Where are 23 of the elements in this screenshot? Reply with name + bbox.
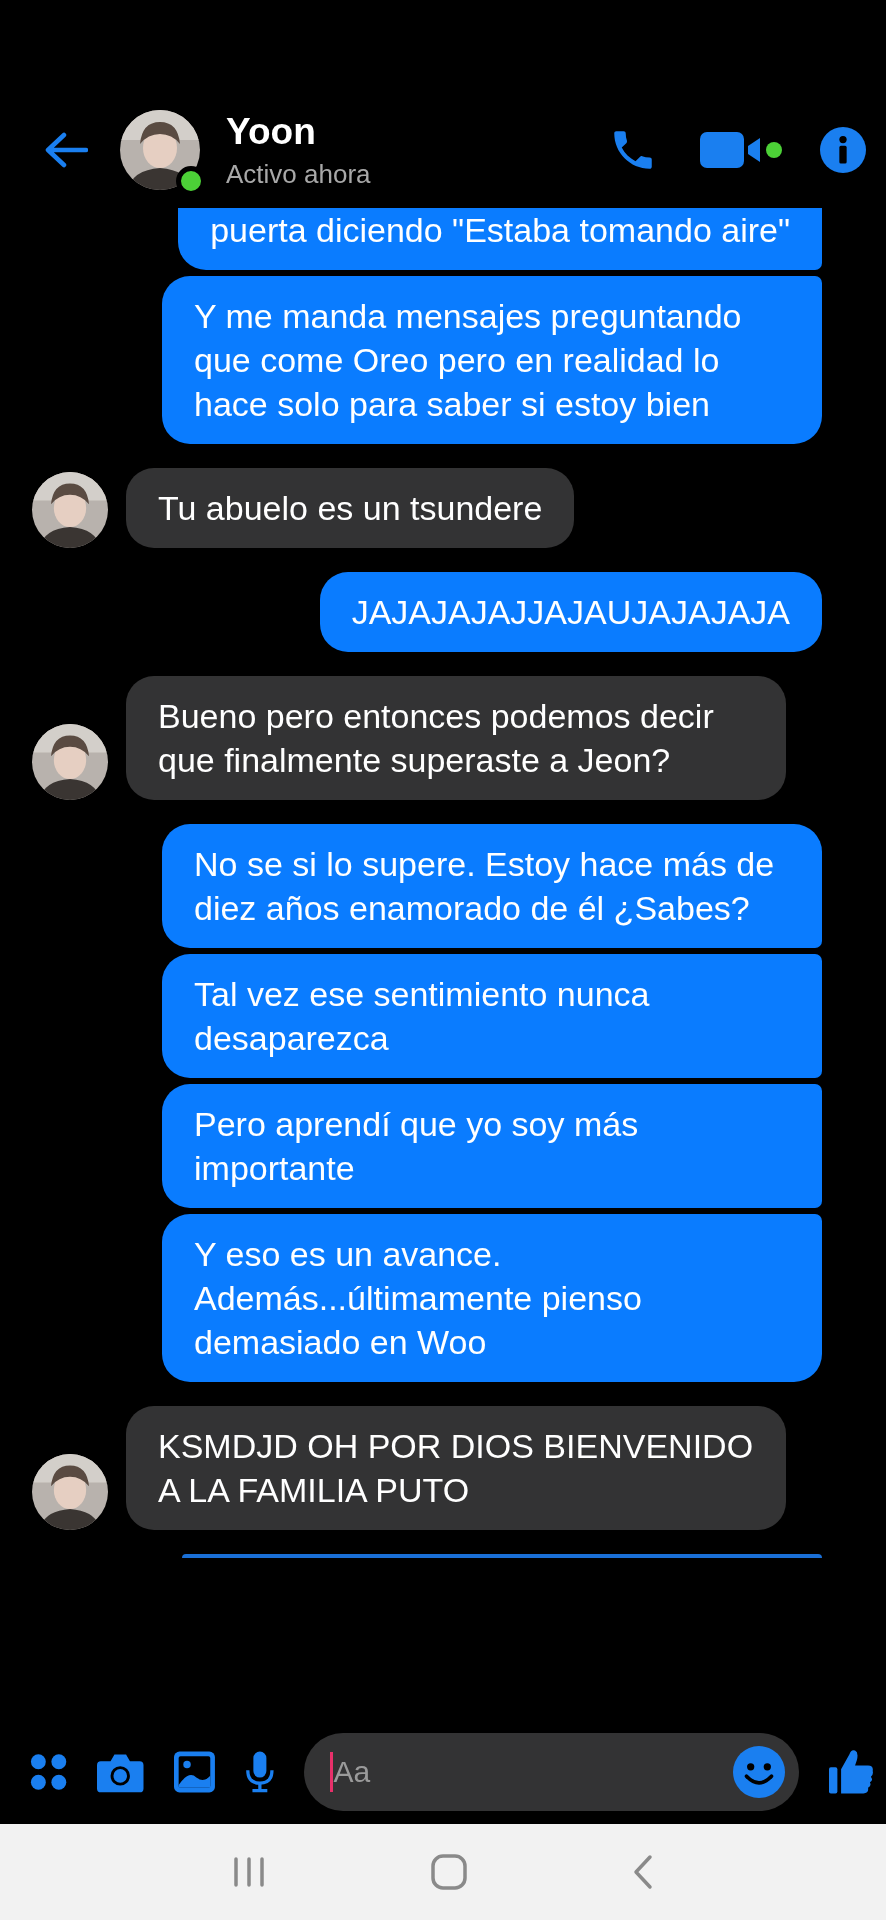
message-bubble: Tal vez ese sentimiento nunca desaparezca bbox=[162, 954, 822, 1078]
message-bubble: KSMDJD OH POR DIOS BIENVENIDO A LA FAMILIA PUTO bbox=[126, 1406, 786, 1530]
image-icon[interactable] bbox=[173, 1750, 215, 1794]
message-bubble: JAJAJAJAJJAJAUJAJAJAJA bbox=[319, 572, 822, 652]
message-bubble: Pero aprendí que yo soy más importante bbox=[162, 1084, 822, 1208]
message-input-field[interactable]: Aa bbox=[304, 1733, 800, 1811]
emoji-icon[interactable] bbox=[733, 1746, 786, 1798]
apps-icon[interactable] bbox=[30, 1752, 68, 1792]
status-text: Activo ahora bbox=[226, 158, 372, 190]
message-bubble: Tu abuelo es un tsundere bbox=[126, 468, 575, 548]
message-bubble: puerta diciendo "Estaba tomando aire" bbox=[178, 208, 822, 270]
info-icon[interactable] bbox=[820, 127, 866, 173]
home-icon[interactable] bbox=[431, 1854, 467, 1890]
message-bubble: Y eso es un avance. Además...últimamente pienso demasiado en Woo bbox=[162, 1214, 822, 1382]
message-bubble: No se si lo supere. Estoy hace más de diez años enamorado de él ¿Sabes? bbox=[162, 824, 822, 948]
message-bubble: Y me manda mensajes preguntando que come Oreo pero en realidad lo hace solo para saber si estoy bien bbox=[162, 276, 822, 444]
contact-name: Yoon bbox=[226, 110, 317, 153]
recent-apps-icon[interactable] bbox=[232, 1857, 267, 1887]
back-arrow-icon[interactable] bbox=[44, 132, 88, 168]
microphone-icon[interactable] bbox=[244, 1750, 275, 1794]
back-icon[interactable] bbox=[631, 1854, 654, 1890]
text-cursor bbox=[330, 1752, 334, 1792]
message-bubble: Bueno pero entonces podemos decir que finalmente superaste a Jeon? bbox=[126, 676, 786, 800]
